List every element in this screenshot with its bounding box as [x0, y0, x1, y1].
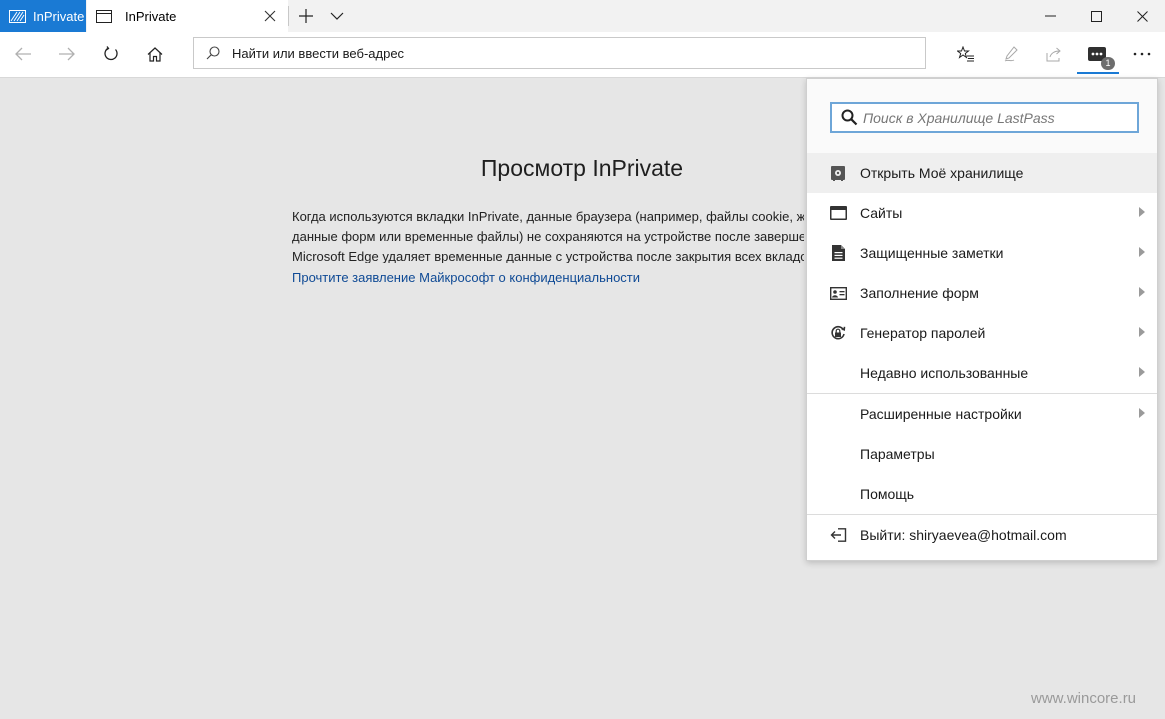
- inprivate-badge: InPrivate: [0, 0, 86, 32]
- menu-item-label: Помощь: [860, 486, 915, 502]
- menu-item-label: Параметры: [860, 446, 935, 462]
- menu-item-label: Расширенные настройки: [860, 406, 1022, 422]
- description-line: Когда используются вкладки InPrivate, да…: [292, 209, 804, 224]
- close-icon: [1136, 10, 1148, 22]
- menu-item-label: Недавно использованные: [860, 365, 1029, 381]
- menu-item-sites[interactable]: Сайты: [807, 193, 1157, 233]
- chevron-right-icon: [1139, 287, 1145, 297]
- chevron-down-icon: [330, 12, 344, 20]
- more-dots-icon: [1133, 52, 1151, 56]
- forward-button[interactable]: [54, 41, 80, 67]
- description-line: данные форм или временные файлы) не сохр…: [292, 229, 804, 244]
- lastpass-menu-list: Открыть Моё хранилище Сайты Защищенные з…: [807, 153, 1157, 555]
- inprivate-description: Когда используются вкладки InPrivate, да…: [292, 207, 804, 263]
- navigation-bar: 1: [0, 32, 1165, 78]
- menu-item-label: Генератор паролей: [860, 325, 986, 341]
- home-icon: [147, 46, 163, 62]
- menu-item-label: Выйти: shiryaevea@hotmail.com: [860, 527, 1067, 543]
- home-button[interactable]: [142, 41, 168, 67]
- search-icon: [841, 109, 858, 126]
- logout-icon: [829, 527, 847, 543]
- inprivate-icon: [9, 9, 26, 23]
- menu-item-preferences[interactable]: Параметры: [807, 434, 1157, 474]
- page-title: Просмотр InPrivate: [480, 155, 684, 181]
- menu-item-logout[interactable]: Выйти: shiryaevea@hotmail.com: [807, 515, 1157, 555]
- chevron-right-icon: [1139, 207, 1145, 217]
- chevron-right-icon: [1139, 367, 1145, 377]
- lastpass-menu: Открыть Моё хранилище Сайты Защищенные з…: [806, 78, 1158, 561]
- watermark: www.wincore.ru: [1031, 690, 1137, 707]
- menu-item-password-generator[interactable]: Генератор паролей: [807, 313, 1157, 353]
- tab-inprivate[interactable]: InPrivate: [87, 0, 288, 32]
- page-icon: [96, 9, 112, 23]
- menu-item-recently-used[interactable]: Недавно использованные: [807, 353, 1157, 393]
- menu-item-label: Открыть Моё хранилище: [860, 165, 1024, 181]
- form-fill-icon: [829, 285, 847, 301]
- vault-icon: [829, 165, 847, 181]
- maximize-button[interactable]: [1073, 0, 1119, 32]
- plus-icon: [299, 9, 313, 23]
- menu-item-help[interactable]: Помощь: [807, 474, 1157, 514]
- minimize-button[interactable]: [1027, 0, 1073, 32]
- favorites-list-icon: [957, 46, 974, 62]
- privacy-statement-link[interactable]: Прочтите заявление Майкрософт о конфиден…: [292, 270, 640, 285]
- maximize-icon: [1090, 10, 1102, 22]
- pen-icon: [1004, 46, 1018, 62]
- lastpass-search-input[interactable]: [863, 109, 1123, 126]
- new-tab-button[interactable]: [296, 6, 316, 26]
- menu-item-advanced-settings[interactable]: Расширенные настройки: [807, 394, 1157, 434]
- lastpass-search-area: [807, 79, 1157, 154]
- refresh-icon: [104, 46, 118, 61]
- description-line: Microsoft Edge удаляет временные данные …: [292, 249, 804, 263]
- menu-item-label: Защищенные заметки: [860, 245, 1004, 261]
- minimize-icon: [1044, 15, 1056, 17]
- share-icon: [1046, 47, 1061, 61]
- password-generator-icon: [829, 325, 847, 341]
- menu-item-label: Сайты: [860, 205, 903, 221]
- lastpass-count-badge: 1: [1101, 57, 1115, 70]
- chevron-right-icon: [1139, 408, 1145, 418]
- favorites-button[interactable]: [953, 41, 979, 67]
- back-button[interactable]: [10, 41, 36, 67]
- lastpass-search-box[interactable]: [830, 102, 1139, 133]
- forward-arrow-icon: [59, 47, 75, 61]
- chevron-right-icon: [1139, 327, 1145, 337]
- back-arrow-icon: [15, 47, 31, 61]
- secure-notes-icon: [829, 245, 847, 261]
- share-button[interactable]: [1041, 41, 1067, 67]
- address-bar[interactable]: [193, 37, 926, 69]
- close-tab-icon[interactable]: [262, 8, 278, 24]
- tab-title: InPrivate: [125, 8, 177, 24]
- search-icon: [206, 46, 220, 60]
- refresh-button[interactable]: [98, 41, 124, 67]
- tab-preview-button[interactable]: [327, 6, 347, 26]
- close-window-button[interactable]: [1119, 0, 1165, 32]
- chevron-right-icon: [1139, 247, 1145, 257]
- title-bar: InPrivate InPrivate: [0, 0, 1165, 32]
- menu-item-open-vault[interactable]: Открыть Моё хранилище: [807, 153, 1157, 193]
- tab-divider: [288, 6, 289, 26]
- address-input[interactable]: [232, 45, 882, 61]
- active-extension-indicator: [1077, 72, 1119, 74]
- menu-item-secure-notes[interactable]: Защищенные заметки: [807, 233, 1157, 273]
- menu-item-label: Заполнение форм: [860, 285, 979, 301]
- sites-icon: [829, 205, 847, 221]
- menu-item-form-fill[interactable]: Заполнение форм: [807, 273, 1157, 313]
- web-notes-button[interactable]: [998, 41, 1024, 67]
- inprivate-label: InPrivate: [33, 8, 85, 24]
- more-button[interactable]: [1129, 41, 1155, 67]
